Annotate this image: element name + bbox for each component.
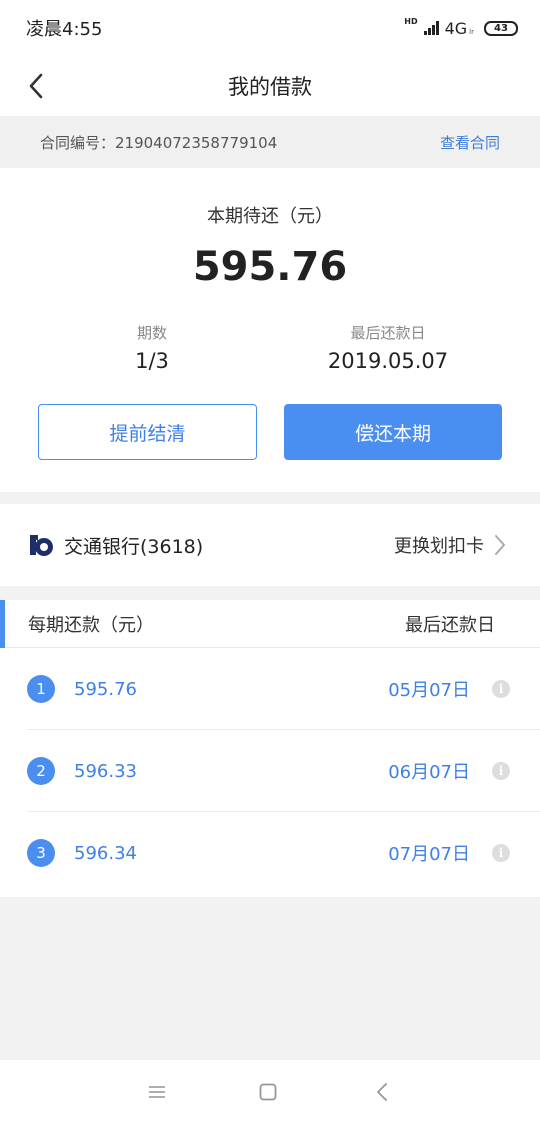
- repay-button[interactable]: 偿还本期: [284, 404, 502, 460]
- schedule-date-title: 最后还款日: [405, 614, 495, 636]
- bank-name: 交通银行(3618): [64, 535, 204, 558]
- info-icon[interactable]: i: [492, 844, 510, 862]
- status-bar: 凌晨4:55 HD 4G lr 43: [0, 0, 540, 56]
- nav-bar: 我的借款: [0, 56, 540, 116]
- last-date-value: 2019.05.07: [327, 349, 449, 373]
- system-nav-bar: [0, 1060, 540, 1124]
- bank-info: 交通银行(3618): [28, 531, 203, 559]
- installment-date: 06月07日: [388, 762, 470, 783]
- installment-number: 3: [27, 839, 55, 867]
- repayment-summary: 本期待还（元） 595.76 期数 1/3 最后还款日 2019.05.07 提…: [0, 168, 540, 492]
- battery-level: 43: [494, 22, 508, 34]
- installment-amount: 595.76: [74, 678, 137, 700]
- menu-icon: [149, 1086, 165, 1098]
- period-info: 期数 1/3: [32, 322, 272, 373]
- schedule-header: 每期还款（元） 最后还款日: [0, 600, 540, 648]
- change-card-link[interactable]: 更换划扣卡: [394, 532, 506, 558]
- signal-icon: [423, 21, 439, 35]
- network-sub: lr: [469, 28, 474, 36]
- installment-amount: 596.34: [74, 842, 137, 864]
- period-label: 期数: [136, 324, 167, 342]
- back-triangle-icon: [377, 1083, 387, 1101]
- home-square-icon: [259, 1083, 277, 1101]
- period-value: 1/3: [135, 349, 169, 373]
- battery-icon: 43: [484, 20, 518, 36]
- network-type: 4G: [444, 18, 468, 38]
- info-icon[interactable]: i: [492, 762, 510, 780]
- last-date-info: 最后还款日 2019.05.07: [268, 322, 508, 373]
- schedule-title: 每期还款（元）: [28, 614, 154, 636]
- bank-logo-icon: [30, 535, 53, 556]
- menu-button[interactable]: [141, 1076, 173, 1108]
- last-date-label: 最后还款日: [350, 324, 426, 342]
- change-card-label: 更换划扣卡: [394, 536, 484, 557]
- section-accent-bar: [0, 600, 5, 648]
- status-indicators: HD 4G lr 43: [404, 16, 518, 38]
- due-amount: 595.76: [192, 244, 348, 290]
- installment-number: 1: [27, 675, 55, 703]
- schedule-row: 2 596.33 06月07日 i: [0, 730, 540, 812]
- home-button[interactable]: [252, 1076, 284, 1108]
- schedule-row: 3 596.34 07月07日 i: [0, 812, 540, 894]
- status-time: 凌晨4:55: [26, 19, 103, 40]
- schedule-row: 1 595.76 05月07日 i: [0, 648, 540, 730]
- page-title: 我的借款: [228, 75, 312, 99]
- installment-date: 07月07日: [388, 844, 470, 865]
- due-label: 本期待还（元）: [207, 206, 333, 227]
- installment-number: 2: [27, 757, 55, 785]
- chevron-right-icon: [495, 535, 505, 555]
- repayment-schedule: 每期还款（元） 最后还款日 1 595.76 05月07日 i 2 596.33…: [0, 600, 540, 897]
- back-button[interactable]: [20, 68, 52, 104]
- view-contract-link[interactable]: 查看合同: [440, 132, 500, 153]
- hd-label: HD: [404, 16, 418, 26]
- prepay-button[interactable]: 提前结清: [38, 404, 257, 460]
- installment-amount: 596.33: [74, 760, 137, 782]
- back-arrow-icon: [29, 73, 43, 99]
- installment-date: 05月07日: [388, 680, 470, 701]
- contract-number: 合同编号：21904072358779104: [40, 133, 278, 152]
- info-icon[interactable]: i: [492, 680, 510, 698]
- system-back-button[interactable]: [366, 1076, 398, 1108]
- bank-card-row[interactable]: 交通银行(3618) 更换划扣卡: [0, 504, 540, 586]
- contract-bar: 合同编号：21904072358779104 查看合同: [0, 116, 540, 168]
